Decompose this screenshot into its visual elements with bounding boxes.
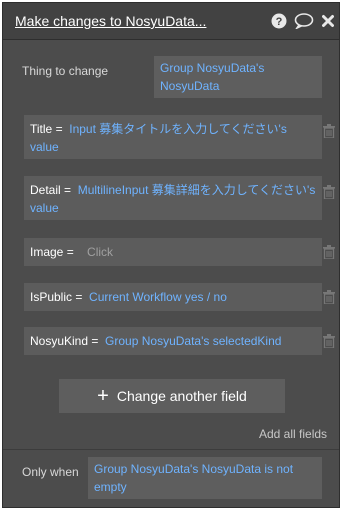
field-name: IsPublic (30, 290, 73, 304)
field-placeholder: Click (87, 245, 114, 259)
comment-icon[interactable] (294, 13, 314, 29)
help-icon[interactable]: ? (271, 13, 287, 29)
only-when-label: Only when (22, 465, 79, 479)
field-value: Current Workflow yes / no (89, 290, 227, 304)
change-another-field-button[interactable]: + Change another field (59, 379, 285, 413)
field-equals: = (60, 183, 78, 197)
field-equals: = (63, 245, 88, 259)
plus-icon: + (97, 385, 109, 407)
field-ispublic[interactable]: IsPublic = Current Workflow yes / no (24, 283, 322, 311)
panel-header: Make changes to NosyuData... ? (3, 3, 339, 40)
field-name: Detail (30, 183, 61, 197)
field-title[interactable]: Title = Input 募集タイトルを入力してください's value (24, 115, 322, 159)
thing-to-change-label: Thing to change (22, 64, 109, 78)
field-equals: = (52, 122, 70, 136)
field-name: Title (30, 122, 53, 136)
panel-title[interactable]: Make changes to NosyuData... (15, 13, 206, 29)
field-value: Input 募集タイトルを入力してください's value (30, 122, 287, 154)
add-all-fields-link[interactable]: Add all fields (259, 427, 327, 441)
field-detail[interactable]: Detail = MultilineInput 募集詳細を入力してください's … (24, 176, 322, 220)
workflow-action-panel: Make changes to NosyuData... ? Thing to … (2, 2, 340, 508)
field-name: Image (30, 245, 64, 259)
field-name: NosyuKind (30, 334, 89, 348)
trash-icon[interactable] (323, 290, 335, 304)
field-image[interactable]: Image = Click (24, 238, 322, 266)
only-when-value[interactable]: Group NosyuData's NosyuData is not empty (88, 457, 322, 499)
field-value: Group NosyuData's selectedKind (105, 334, 282, 348)
field-equals: = (72, 290, 90, 304)
thing-to-change-value[interactable]: Group NosyuData's NosyuData (154, 56, 322, 98)
trash-icon[interactable] (323, 334, 335, 348)
divider (3, 449, 339, 450)
trash-icon[interactable] (323, 245, 335, 259)
svg-text:?: ? (276, 16, 283, 28)
field-nosyukind[interactable]: NosyuKind = Group NosyuData's selectedKi… (24, 327, 322, 355)
trash-icon[interactable] (323, 124, 335, 138)
close-icon[interactable] (322, 13, 334, 29)
field-equals: = (88, 334, 106, 348)
change-another-field-label: Change another field (116, 388, 247, 404)
trash-icon[interactable] (323, 185, 335, 199)
